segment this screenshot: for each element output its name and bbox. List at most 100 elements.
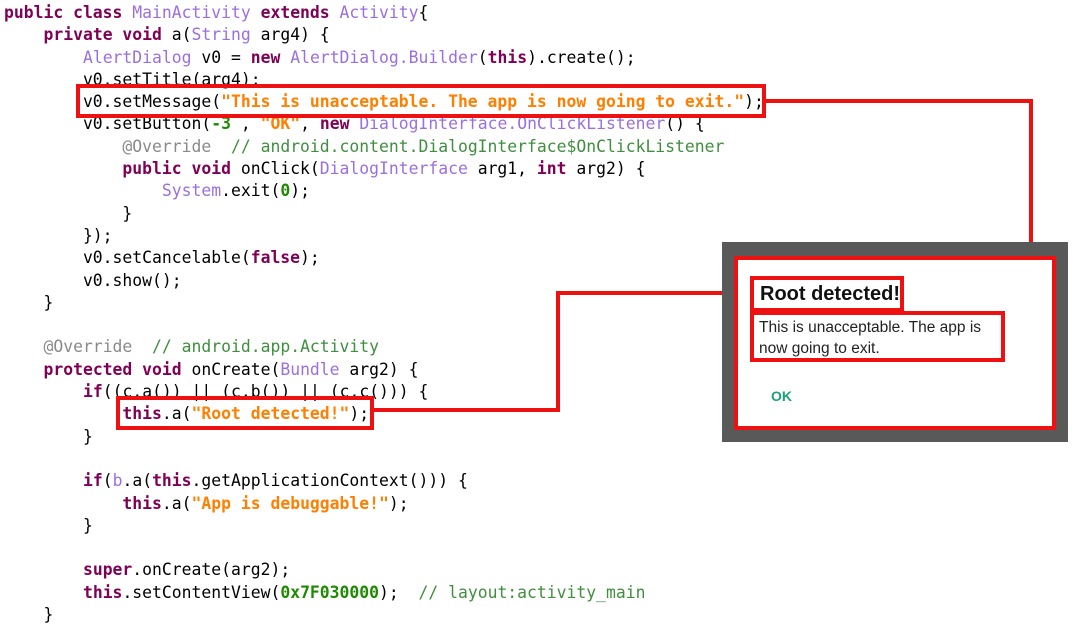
code-token: extends [250, 3, 340, 22]
code-token: v0 = [191, 47, 251, 67]
code-token: ); [379, 582, 419, 602]
code-token: "App is debuggable!" [191, 493, 389, 513]
code-token: { [418, 3, 429, 22]
code-token: onClick( [230, 159, 320, 179]
code-line: @Override // android.app.Activity [4, 336, 764, 358]
code-token: false [250, 248, 301, 268]
code-token: arg1, [467, 159, 537, 179]
code-token: .setContentView( [122, 582, 281, 602]
code-token: 0 [280, 181, 291, 201]
dialog-title: Root detected! [750, 276, 904, 312]
code-line: } [4, 292, 764, 314]
code-token: ( [477, 47, 488, 67]
code-token: int [536, 159, 567, 179]
code-token: arg4) { [250, 25, 330, 45]
code-line: System.exit(0); [4, 180, 764, 202]
root-detected-call-highlight-box [116, 396, 374, 430]
code-token: arg2) { [339, 359, 419, 379]
code-token: b [112, 471, 123, 491]
code-token: System [161, 181, 222, 201]
code-token: String [191, 25, 251, 45]
setmessage-highlight-box [76, 84, 766, 118]
code-token: MainActivity [132, 3, 251, 22]
code-line: if(b.a(this.getApplicationContext())) { [4, 470, 764, 492]
code-token: Activity [339, 3, 419, 22]
code-token: 0x7F030000 [280, 582, 380, 602]
code-line: super.onCreate(arg2); [4, 559, 764, 581]
code-line: public class MainActivity extends Activi… [4, 2, 764, 24]
code-token: v0.setCancelable( [4, 248, 251, 268]
code-line: private void a(String arg4) { [4, 24, 764, 46]
code-token: ); [290, 181, 310, 201]
code-token: public void [122, 159, 231, 179]
code-token: this [122, 493, 162, 513]
code-line: @Override // android.content.DialogInter… [4, 136, 764, 158]
code-token: } [4, 203, 133, 223]
connector-line [556, 291, 722, 295]
code-token: .getApplicationContext())) { [191, 471, 468, 491]
ok-button[interactable]: OK [769, 386, 794, 406]
code-token: // layout:activity_main [418, 582, 646, 602]
code-line: public void onClick(DialogInterface arg1… [4, 158, 764, 180]
code-line: this.a("App is debuggable!"); [4, 493, 764, 515]
code-token: .a( [122, 471, 153, 491]
code-token: super [82, 560, 133, 580]
code-token: this [152, 471, 192, 491]
code-token: if [82, 382, 103, 402]
code-line: v0.show(); [4, 270, 764, 292]
code-token: ).create(); [527, 47, 636, 67]
code-token: AlertDialog [82, 47, 192, 67]
code-token: ); [300, 248, 320, 268]
code-token: @Override [122, 136, 212, 156]
code-line: }); [4, 225, 764, 247]
code-line: AlertDialog v0 = new AlertDialog.Builder… [4, 47, 764, 69]
code-token: } [4, 292, 54, 312]
code-token: this [82, 582, 123, 602]
code-token: v0.show(); [4, 270, 182, 290]
code-token: .exit( [221, 181, 281, 201]
code-token: if [82, 471, 103, 491]
code-token: .a( [161, 493, 192, 513]
code-token: public class [4, 3, 133, 22]
connector-line [374, 408, 560, 412]
code-token: new [250, 47, 291, 67]
code-line: this.setContentView(0x7F030000); // layo… [4, 582, 764, 604]
code-line: } [4, 203, 764, 225]
connector-line [556, 291, 560, 412]
code-token: @Override [43, 337, 133, 357]
code-token: arg2) { [566, 159, 646, 179]
code-token: ( [102, 471, 113, 491]
code-line: v0.setCancelable(false); [4, 247, 764, 269]
code-line: protected void onCreate(Bundle arg2) { [4, 359, 764, 381]
code-line: } [4, 515, 764, 537]
code-token: DialogInterface [319, 159, 468, 179]
code-token: protected void [43, 359, 182, 379]
code-token: Bundle [280, 359, 340, 379]
code-token: } [4, 426, 93, 446]
code-token: // android.app.Activity [152, 337, 380, 357]
code-token: this [487, 47, 528, 67]
code-token: } [4, 515, 93, 535]
code-token: // android.content.DialogInterface$OnCli… [230, 136, 725, 156]
code-token: ); [388, 493, 409, 513]
code-token: onCreate( [181, 359, 281, 379]
code-token: AlertDialog.Builder [290, 47, 478, 67]
